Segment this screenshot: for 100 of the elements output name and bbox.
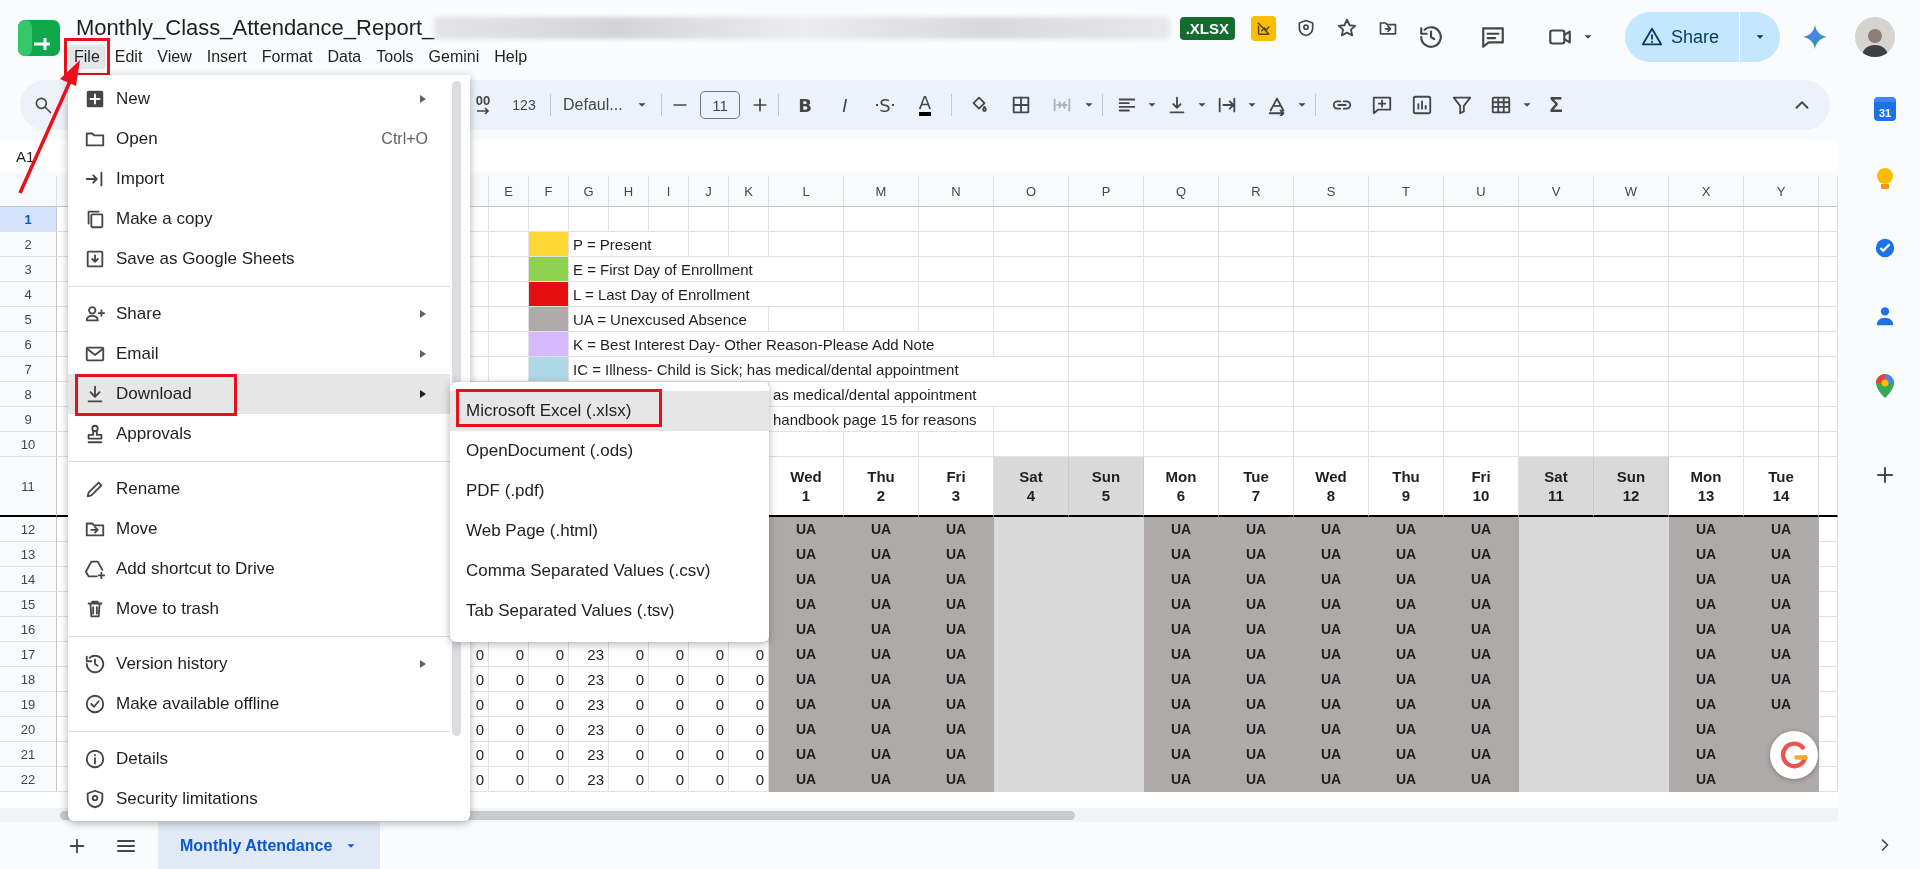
text-style-button[interactable]: S [865,89,905,121]
menu-item[interactable]: Make available offline [68,684,450,724]
column-header[interactable]: Q [1144,176,1219,207]
table-cell[interactable] [1144,282,1219,307]
table-cell[interactable] [1519,282,1594,307]
table-cell[interactable] [1594,232,1669,257]
table-cell[interactable] [1744,207,1819,232]
table-cell[interactable] [769,232,844,257]
submenu-item[interactable]: Tab Separated Values (.tsv) [450,591,769,631]
menu-item[interactable]: Security limitations [68,779,450,819]
table-cell[interactable] [1069,307,1144,332]
table-cell[interactable] [1219,382,1294,407]
table-cell[interactable] [919,232,994,257]
menu-item[interactable]: Version history [68,644,450,684]
menu-item[interactable]: Gemini [422,45,486,69]
person-icon[interactable] [1874,305,1896,327]
table-cell[interactable] [1819,407,1838,432]
text-style-button[interactable]: I [825,89,865,121]
row-header[interactable]: 11 [0,457,57,517]
menu-item[interactable]: Rename [68,469,450,509]
table-cell[interactable] [1669,432,1744,457]
table-cell[interactable] [844,207,919,232]
table-cell[interactable] [844,232,919,257]
table-cell[interactable] [729,207,769,232]
lightbulb-icon[interactable] [1874,167,1896,191]
table-cell[interactable] [1294,382,1369,407]
table-cell[interactable] [1819,692,1838,717]
table-cell[interactable] [1144,207,1219,232]
table-cell[interactable] [1519,307,1594,332]
column-header[interactable]: X [1669,176,1744,207]
table-cell[interactable] [769,207,844,232]
table-cell[interactable] [1519,257,1594,282]
table-cell[interactable] [1819,232,1838,257]
number-format-button[interactable]: 123 [504,89,544,121]
table-cell[interactable] [1219,282,1294,307]
submenu-item[interactable]: OpenDocument (.ods) [450,431,769,471]
table-cell[interactable] [1819,667,1838,692]
table-cell[interactable] [994,207,1069,232]
table-cell[interactable] [1294,332,1369,357]
table-cell[interactable] [1369,207,1444,232]
sheets-logo[interactable] [18,20,60,56]
table-cell[interactable] [1819,642,1838,667]
table-cell[interactable] [919,307,994,332]
table-cell[interactable] [649,207,689,232]
table-cell[interactable] [1819,432,1838,457]
column-header[interactable]: U [1444,176,1519,207]
menu-item[interactable]: Details [68,739,450,779]
table-cell[interactable] [1369,282,1444,307]
row-header[interactable]: 21 [0,742,57,767]
table-cell[interactable] [1594,207,1669,232]
menu-item[interactable]: Edit [108,45,149,69]
table-cell[interactable] [1594,282,1669,307]
font-dropdown[interactable]: Defaul... [557,89,655,121]
menu-item[interactable]: File [68,45,106,69]
table-cell[interactable] [1144,407,1219,432]
borders-icon[interactable] [1010,94,1032,116]
share-button[interactable]: Share [1625,12,1739,62]
table-cell[interactable] [1819,307,1838,332]
column-header[interactable]: T [1369,176,1444,207]
menu-item[interactable]: New [68,79,450,119]
table-cell[interactable] [1369,307,1444,332]
table-cell[interactable] [1594,357,1669,382]
table-cell[interactable] [1144,257,1219,282]
row-header[interactable]: 17 [0,642,57,667]
menu-item[interactable]: Make a copy [68,199,450,239]
table-cell[interactable] [1219,332,1294,357]
table-cell[interactable] [1069,257,1144,282]
table-cell[interactable] [1219,407,1294,432]
calendar-icon[interactable]: 31 [1874,97,1896,121]
table-cell[interactable] [1744,257,1819,282]
table-cell[interactable] [689,232,729,257]
column-header[interactable]: P [1069,176,1144,207]
table-cell[interactable] [1819,517,1838,542]
table-cell[interactable] [1669,207,1744,232]
sparkle-icon[interactable] [1802,24,1828,50]
table-cell[interactable] [1669,407,1744,432]
table-cell[interactable] [1369,357,1444,382]
table-cell[interactable] [1219,207,1294,232]
table-cell[interactable] [1669,282,1744,307]
table-cell[interactable] [1594,257,1669,282]
filter-icon[interactable] [1451,94,1473,116]
table-cell[interactable] [489,207,529,232]
row-header[interactable]: 20 [0,717,57,742]
table-cell[interactable] [729,232,769,257]
table-cell[interactable] [994,282,1069,307]
chart-icon[interactable] [1411,94,1433,116]
table-cell[interactable] [1744,432,1819,457]
table-cell[interactable] [1369,232,1444,257]
table-cell[interactable] [1294,407,1369,432]
table-cell[interactable] [1369,332,1444,357]
menu-item[interactable]: Tools [370,45,420,69]
row-header[interactable]: 2 [0,232,57,257]
table-cell[interactable] [1819,542,1838,567]
menu-item[interactable]: Open Ctrl+O [68,119,450,159]
row-header[interactable]: 4 [0,282,57,307]
table-cell[interactable] [994,307,1069,332]
table-cell[interactable] [1444,432,1519,457]
no-sync-icon[interactable] [1251,15,1276,41]
row-header[interactable]: 9 [0,407,57,432]
table-cell[interactable] [844,307,919,332]
